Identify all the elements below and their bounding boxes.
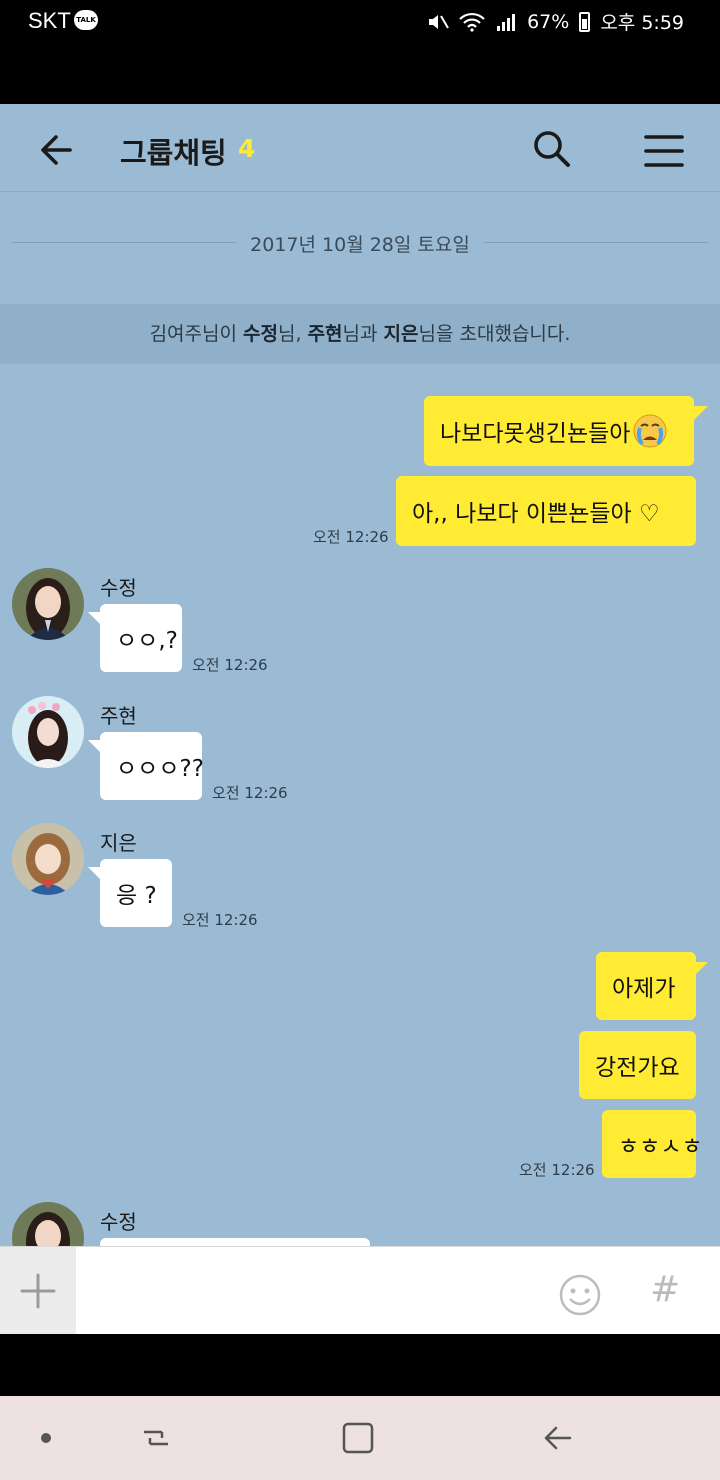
dot-icon[interactable] [26,1420,66,1456]
hash-icon[interactable]: # [650,1269,686,1313]
my-message[interactable]: 나보다못생긴뇬들아 [424,396,694,466]
message-time: 오전 12:26 [182,911,258,929]
mute-icon [429,14,449,29]
back-icon[interactable] [538,1420,578,1456]
avatar[interactable] [12,568,84,640]
sender-name: 주현 [100,704,137,728]
back-arrow-icon[interactable] [32,126,84,174]
talk-icon: TALK [74,10,98,30]
signal-icon [497,13,516,31]
system-nav-bar [0,1396,720,1480]
home-icon[interactable] [338,1420,378,1456]
chat-messages[interactable]: 2017년 10월 28일 토요일 김여주님이 수정님, 주현님과 지은님을 초… [0,192,720,1246]
status-icons: 67% 오후 5:59 [427,8,684,35]
recent-apps-icon[interactable] [136,1420,176,1456]
add-button[interactable] [0,1247,76,1335]
system-message: 김여주님이 수정님, 주현님과 지은님을 초대했습니다. [0,304,720,364]
my-message[interactable]: 아,, 나보다 이쁜뇬들아 ♡ [396,476,696,546]
my-message[interactable]: ㅎㅎㅅㅎ [602,1110,703,1178]
received-message[interactable]: ㅇㅇㅇ?? [100,732,204,800]
keyboard-gap [0,1334,720,1396]
search-icon[interactable] [528,126,576,174]
message-time: 오전 12:26 [313,528,389,546]
carrier-label: SKT [28,8,71,33]
battery-percent: 67% [527,10,570,33]
sender-name: 수정 [100,576,137,600]
sender-name: 수정 [100,1210,137,1234]
my-message[interactable]: 강전가요 [579,1031,696,1099]
message-input-bar: # [0,1246,720,1335]
member-count: 4 [238,134,256,163]
status-bar: SKT TALK 67% 오후 5:59 [0,0,720,104]
crying-face-icon [633,414,667,448]
chat-title: 그룹채팅 [120,136,227,170]
battery-icon [579,11,591,32]
chat-header: 그룹채팅 4 [0,104,720,192]
date-divider: 2017년 10월 28일 토요일 [12,230,708,256]
menu-icon[interactable] [640,128,688,174]
wifi-icon [459,12,485,32]
message-time: 오전 12:26 [192,656,268,674]
sender-name: 지은 [100,831,137,855]
received-message[interactable]: 응 ? [100,859,172,927]
avatar[interactable] [12,696,84,768]
message-input[interactable] [76,1247,546,1335]
message-time: 오전 12:26 [519,1161,595,1179]
status-time: 오후 5:59 [600,12,684,34]
received-message[interactable]: ㅇㅇ,? [100,604,182,672]
my-message[interactable]: 아제가 [596,952,696,1020]
date-label: 2017년 10월 28일 토요일 [236,234,484,256]
emoji-icon[interactable] [558,1273,602,1317]
message-time: 오전 12:26 [212,784,288,802]
avatar[interactable] [12,1202,84,1246]
plus-icon [20,1273,56,1309]
avatar[interactable] [12,823,84,895]
received-message[interactable] [100,1238,370,1246]
